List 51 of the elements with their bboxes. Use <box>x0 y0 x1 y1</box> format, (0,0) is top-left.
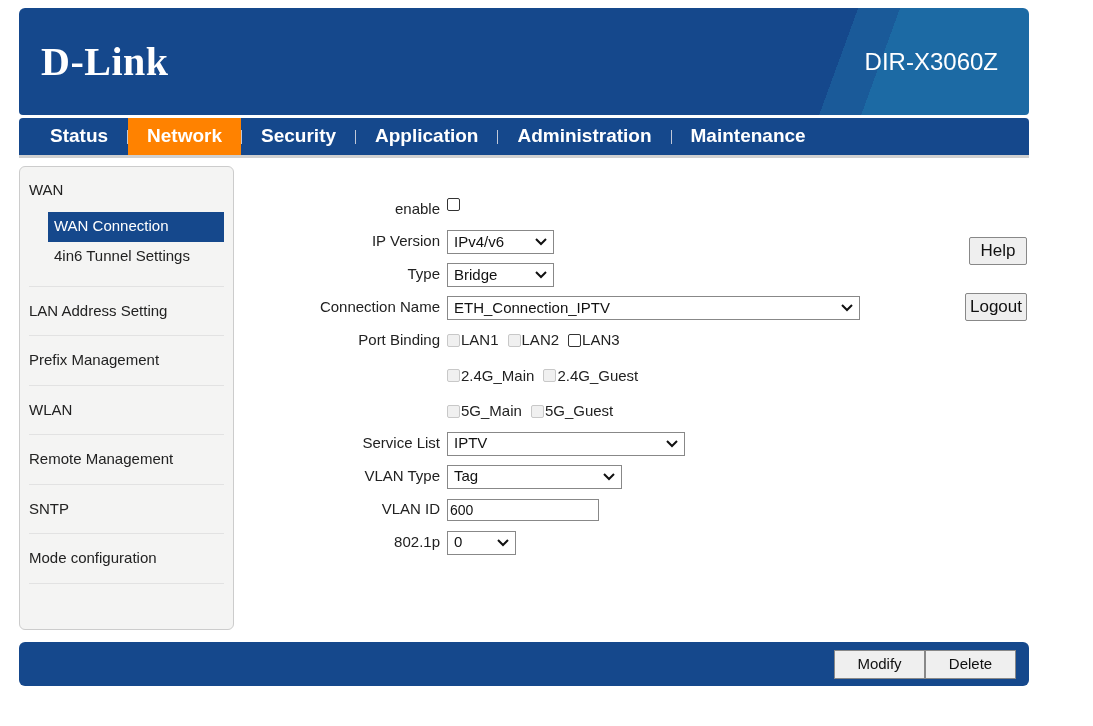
dropdown-select[interactable]: Tag <box>447 464 622 489</box>
input-field[interactable]: 600 <box>447 498 599 521</box>
sidebar-subitem[interactable]: WAN Connection <box>48 211 224 242</box>
field-label: VLAN ID <box>380 498 441 519</box>
sidebar-item[interactable]: WAN <box>29 179 224 202</box>
field-label: 802.1p <box>393 531 441 552</box>
logo: D-Link <box>41 37 169 86</box>
checkbox-label: 2.4G_Guest <box>557 365 639 386</box>
field-label: VLAN Type <box>363 465 441 486</box>
model-name: DIR-X3060Z <box>864 46 998 77</box>
nav-tab[interactable]: Administration <box>498 118 671 155</box>
field-label: Connection Name <box>318 297 441 317</box>
nav-tab[interactable]: Application <box>356 118 498 155</box>
chevron-down-icon <box>535 271 547 279</box>
sidebar-item[interactable]: Remote Management <box>29 448 224 471</box>
checkbox-label: LAN1 <box>461 330 499 350</box>
sidebar-item[interactable]: LAN Address Setting <box>29 299 224 322</box>
field-label: Port Binding <box>357 330 441 350</box>
sidebar-item[interactable]: WLAN <box>29 398 224 421</box>
sidebar-item[interactable]: Mode configuration <box>29 547 224 570</box>
checkbox-label: LAN3 <box>582 330 620 350</box>
field-label: IP Version <box>370 231 441 251</box>
chevron-down-icon <box>603 472 615 481</box>
footer-button[interactable]: Modify <box>834 649 925 679</box>
side-button[interactable]: Logout <box>965 293 1027 321</box>
sidebar-subitem[interactable]: 4in6 Tunnel Settings <box>48 241 224 272</box>
chevron-down-icon <box>535 238 547 246</box>
sidebar-item[interactable]: SNTP <box>29 497 224 520</box>
dropdown-select[interactable]: IPv4/v6 <box>447 230 554 254</box>
sidebar-item[interactable]: Prefix Management <box>29 349 224 372</box>
checkbox[interactable] <box>447 198 460 211</box>
chevron-down-icon <box>666 439 678 448</box>
chevron-down-icon <box>841 304 853 312</box>
dropdown-select[interactable]: ETH_Connection_IPTV <box>447 296 860 320</box>
checkbox-label: 5G_Guest <box>544 401 614 421</box>
field-label: Type <box>406 264 441 284</box>
dropdown-select[interactable]: 0 <box>447 530 516 555</box>
dropdown-select[interactable]: IPTV <box>447 431 685 456</box>
checkbox-label: LAN2 <box>521 330 560 350</box>
nav-tab[interactable]: Status <box>31 118 128 155</box>
dropdown-select[interactable]: Bridge <box>447 263 554 287</box>
footer-button[interactable]: Delete <box>925 649 1016 679</box>
checkbox[interactable] <box>568 333 582 347</box>
checkbox-label: 2.4G_Main <box>461 365 535 386</box>
chevron-down-icon <box>497 538 509 547</box>
field-label: Service List <box>361 432 441 453</box>
side-button[interactable]: Help <box>969 237 1027 265</box>
field-label: enable <box>393 199 441 219</box>
nav-tab[interactable]: Security <box>242 118 356 155</box>
nav-tab[interactable]: Maintenance <box>671 118 825 155</box>
checkbox-label: 5G_Main <box>461 401 522 421</box>
